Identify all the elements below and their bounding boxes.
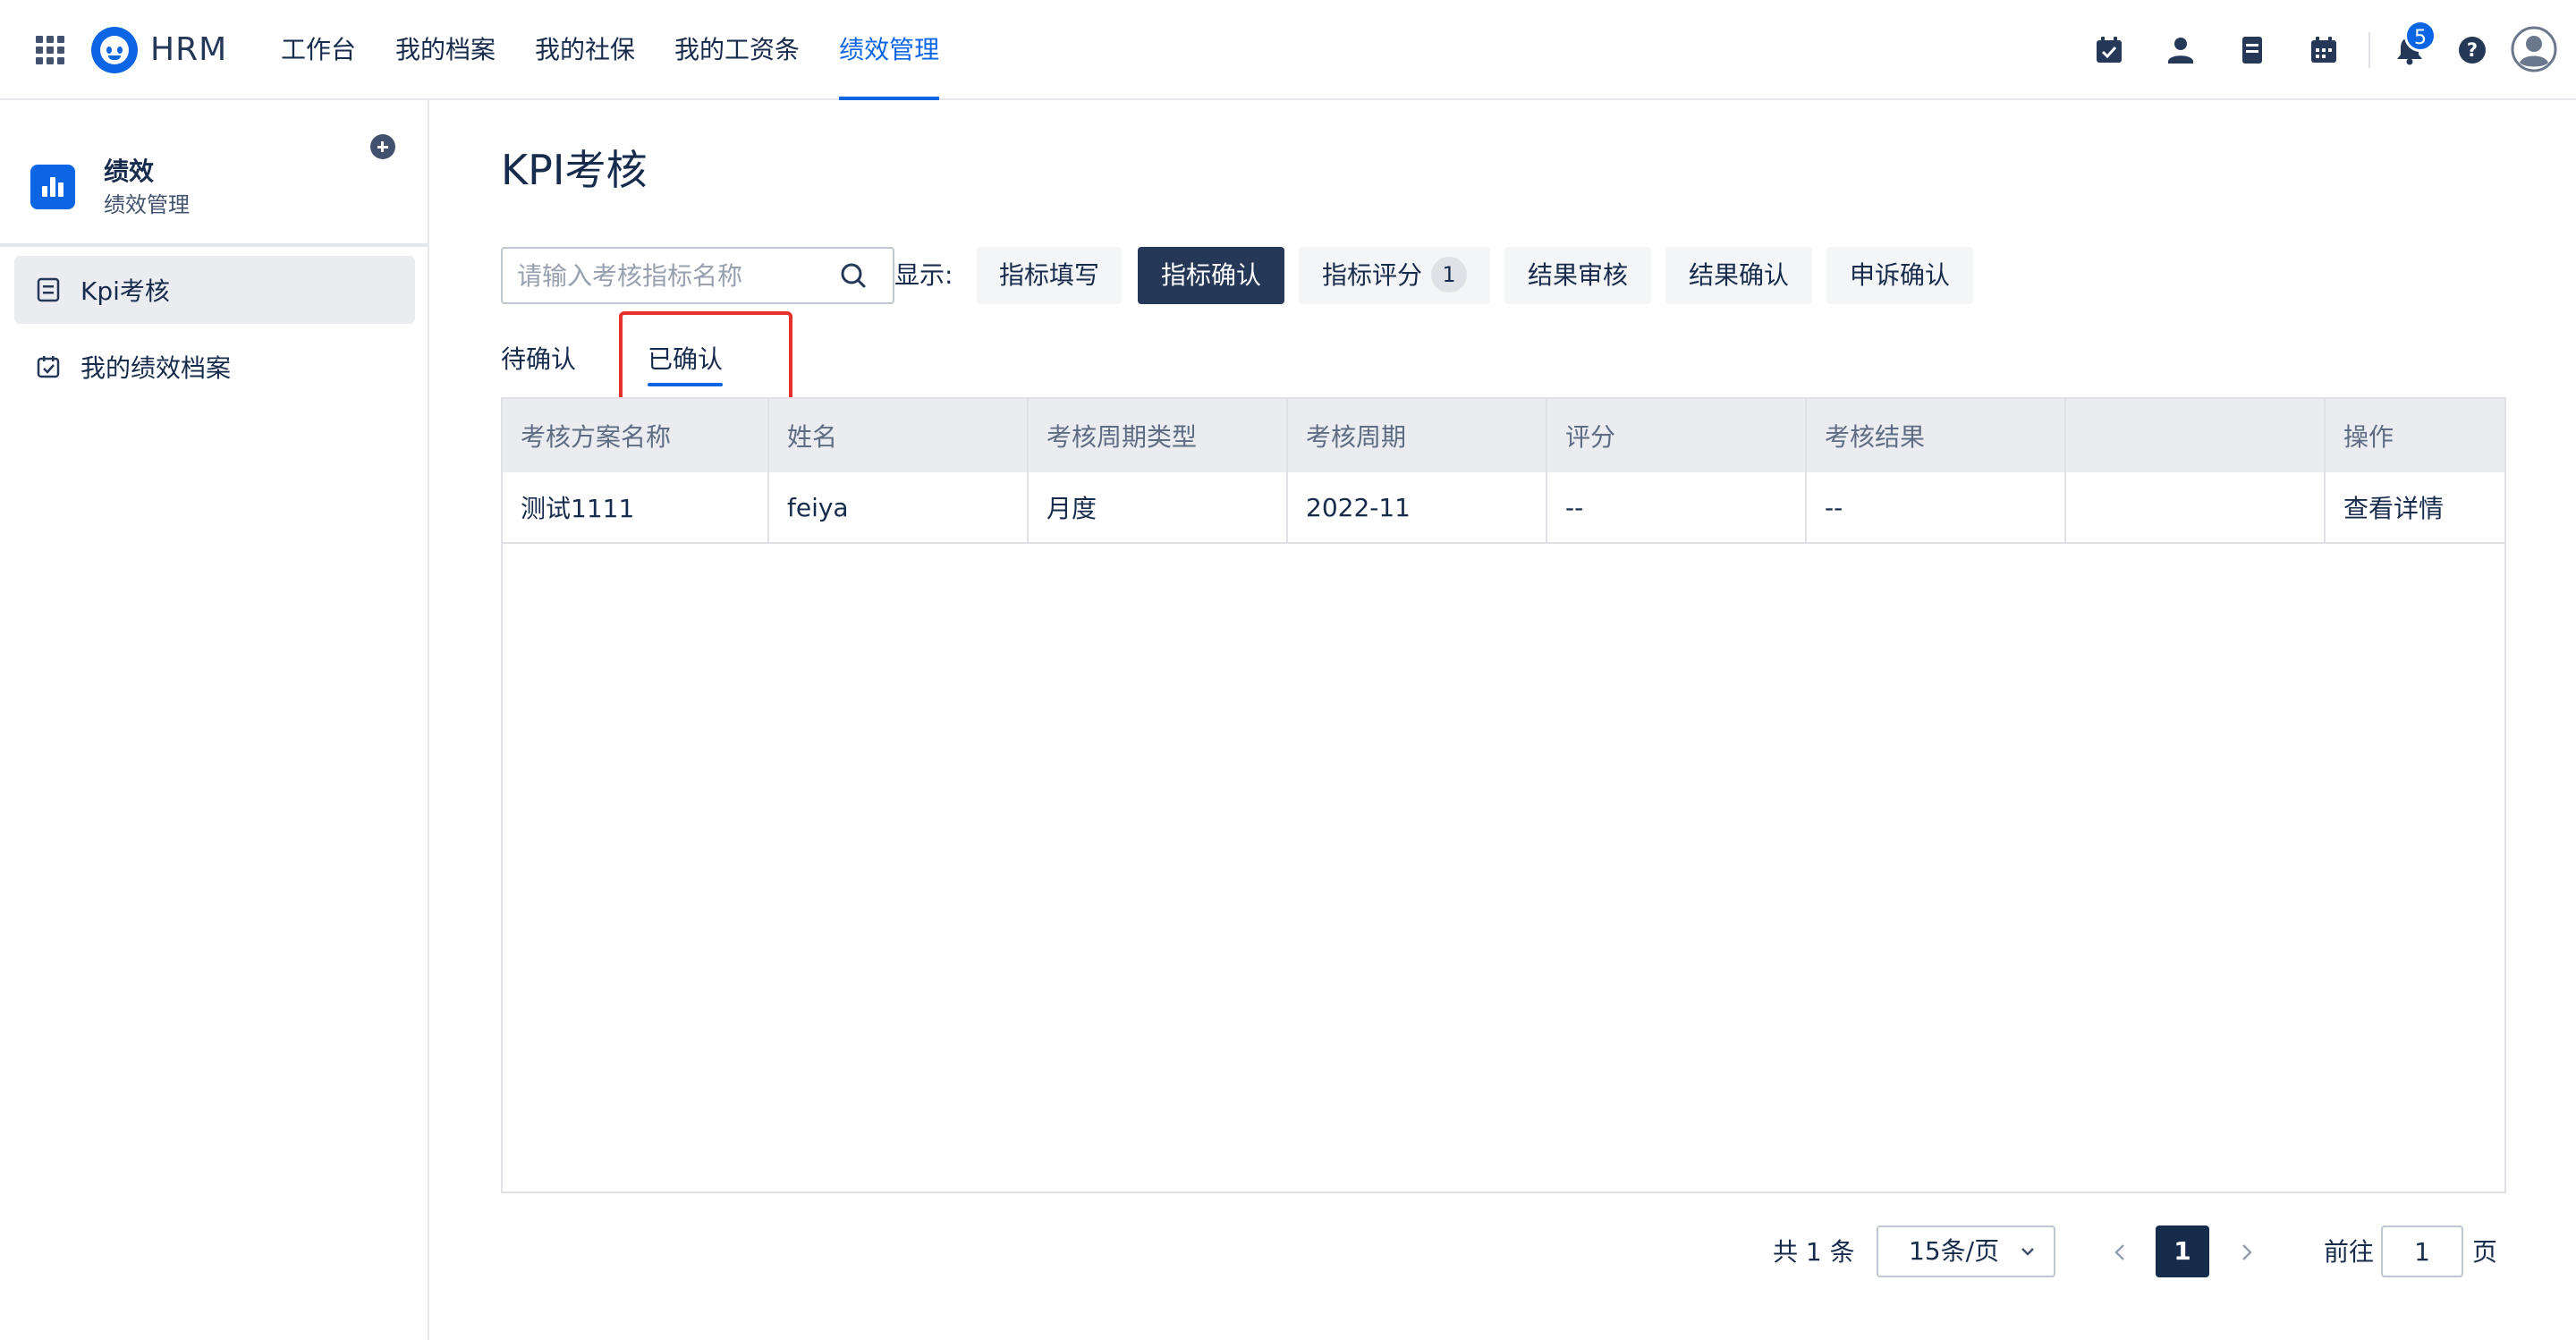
cell-plan-name: 测试1111 [503,472,769,542]
app-launcher-icon[interactable] [36,36,64,64]
cell-period-type: 月度 [1029,472,1288,542]
sidebar: 绩效 绩效管理 Kpi考核 我的绩效档案 [0,100,429,1340]
sidebar-subtitle: 绩效管理 [104,192,190,217]
prev-page-button[interactable] [2102,1227,2138,1277]
filter-appeal-confirm[interactable]: 申诉确认 [1826,247,1973,304]
nav-performance[interactable]: 绩效管理 [819,0,959,100]
filter-indicator-confirm[interactable]: 指标确认 [1138,247,1284,304]
filter-indicator-score[interactable]: 指标评分 1 [1299,247,1490,304]
table-row: 测试1111 feiya 月度 2022-11 -- -- 查看详情 [503,472,2504,544]
column-header: 考核方案名称 [503,399,769,472]
goto-label: 前往 [2324,1237,2375,1267]
column-header: 考核周期类型 [1029,399,1288,472]
page-title: KPI考核 [501,146,648,194]
column-header: 姓名 [769,399,1029,472]
add-circle-icon[interactable] [370,134,395,159]
column-header: 评分 [1547,399,1807,472]
brand-name: HRM [150,31,228,68]
sidebar-item-kpi[interactable]: Kpi考核 [14,256,415,324]
goto-unit: 页 [2472,1237,2498,1267]
cell-score: -- [1547,472,1807,542]
sidebar-item-label: 我的绩效档案 [80,353,232,383]
sidebar-item-my-archive[interactable]: 我的绩效档案 [14,333,415,401]
notification-badge: 5 [2404,20,2436,52]
avatar[interactable] [2510,25,2558,73]
bar-chart-icon [30,165,75,209]
goto-page-input[interactable] [2381,1226,2463,1277]
calendar-icon[interactable] [2306,32,2342,68]
calendar-check-icon[interactable] [2091,32,2127,68]
search-icon[interactable] [835,258,871,293]
filter-result-review[interactable]: 结果审核 [1504,247,1651,304]
main-nav: 工作台 我的档案 我的社保 我的工资条 绩效管理 [281,0,959,100]
view-details-link[interactable]: 查看详情 [2326,472,2504,542]
next-page-button[interactable] [2229,1227,2265,1277]
filter-result-confirm[interactable]: 结果确认 [1665,247,1812,304]
filter-indicator-fill[interactable]: 指标填写 [977,247,1122,304]
column-header: 考核周期 [1288,399,1547,472]
user-icon[interactable] [2163,32,2199,68]
sidebar-title: 绩效 [104,157,155,186]
page-number-current[interactable]: 1 [2156,1226,2209,1277]
kpi-table: 考核方案名称 姓名 考核周期类型 考核周期 评分 考核结果 操作 测试1111 … [501,397,2506,1193]
nav-my-payslip[interactable]: 我的工资条 [655,0,819,100]
nav-my-social-security[interactable]: 我的社保 [515,0,655,100]
column-header: 操作 [2343,422,2394,452]
search-input[interactable] [503,249,843,302]
calendar-check-outline-icon [37,356,60,378]
document-icon[interactable] [2234,32,2270,68]
svg-text:?: ? [2467,39,2478,61]
chevron-right-icon [2242,1244,2252,1260]
nav-my-profile[interactable]: 我的档案 [376,0,515,100]
table-header: 考核方案名称 姓名 考核周期类型 考核周期 评分 考核结果 操作 [503,399,2504,472]
chevron-left-icon [2114,1244,2124,1260]
top-bar: HRM 工作台 我的档案 我的社保 我的工资条 绩效管理 5 ? [0,0,2576,100]
cell-name: feiya [769,472,1029,542]
page-size-select[interactable]: 15条/页 [1877,1226,2055,1277]
cell-period: 2022-11 [1288,472,1547,542]
chevron-down-icon [2021,1248,2034,1256]
column-header [2066,399,2326,472]
brand-logo-icon [91,27,138,73]
show-label: 显示: [894,260,953,290]
cell-empty [2066,472,2326,542]
highlight-annotation-box [619,311,792,404]
cell-result: -- [1807,472,2066,542]
page-size-value: 15条/页 [1909,1236,2000,1266]
nav-workbench[interactable]: 工作台 [281,0,376,100]
pagination-total: 共 1 条 [1773,1237,1855,1267]
filter-label: 指标评分 [1321,260,1422,290]
tab-pending[interactable]: 待确认 [501,336,576,390]
sidebar-item-label: Kpi考核 [80,276,170,306]
column-header: 考核结果 [1807,399,2066,472]
help-icon[interactable]: ? [2454,32,2490,68]
toolbar-divider [2368,32,2370,68]
list-doc-icon [37,277,60,302]
sidebar-header: 绩效 绩效管理 [0,100,428,247]
search-box [501,247,894,304]
filter-count-badge: 1 [1431,257,1467,293]
